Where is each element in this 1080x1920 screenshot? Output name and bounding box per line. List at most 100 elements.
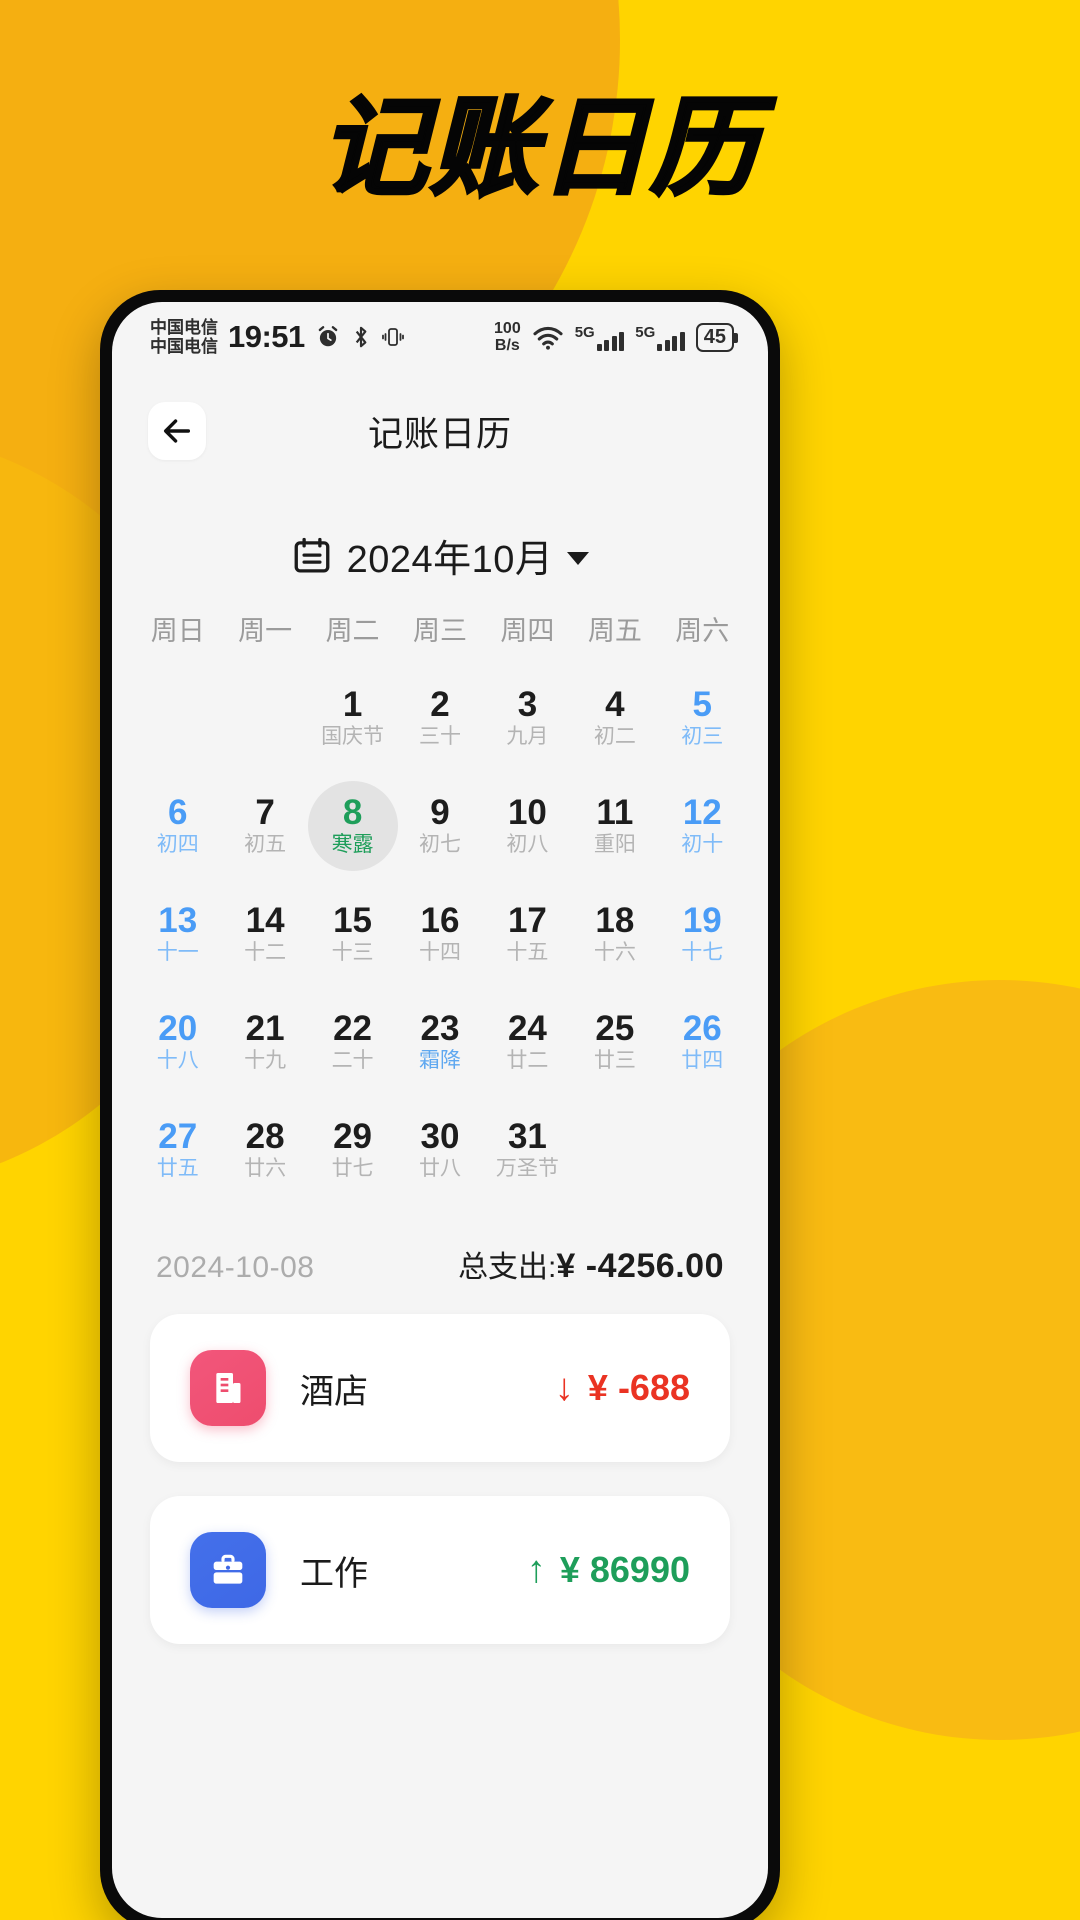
signal-indicator-2: 5G <box>635 324 685 351</box>
transaction-amount: ↓ ¥ -688 <box>555 1367 690 1409</box>
calendar-day-5[interactable]: 5 初三 <box>659 666 746 770</box>
calendar-weekday-0: 周日 <box>150 616 205 646</box>
calendar-day-9[interactable]: 9 初七 <box>396 774 483 878</box>
calendar-day-13[interactable]: 13 十一 <box>134 882 221 986</box>
calendar-day-sublabel: 十三 <box>331 941 374 965</box>
calendar-day-number: 16 <box>420 901 460 941</box>
calendar-day-31[interactable]: 31 万圣节 <box>484 1098 571 1202</box>
hotel-icon-wrapper <box>190 1350 266 1426</box>
transaction-category-name: 酒店 <box>300 1372 368 1411</box>
calendar-day-number: 20 <box>158 1009 198 1049</box>
calendar-icon <box>294 537 330 573</box>
briefcase-icon-wrapper <box>190 1532 266 1608</box>
calendar-day-sublabel: 九月 <box>506 725 549 749</box>
calendar-day-15[interactable]: 15 十三 <box>309 882 396 986</box>
calendar-day-sublabel: 初三 <box>681 725 724 749</box>
calendar-day-number: 25 <box>595 1009 635 1049</box>
calendar-day-sublabel: 初十 <box>681 833 724 857</box>
calendar-day-16[interactable]: 16 十四 <box>396 882 483 986</box>
transaction-card[interactable]: 酒店 ↓ ¥ -688 <box>150 1314 730 1462</box>
calendar-day-number: 1 <box>342 685 363 725</box>
calendar-day-22[interactable]: 22 二十 <box>309 990 396 1094</box>
calendar-day-1[interactable]: 1 国庆节 <box>309 666 396 770</box>
calendar-day-sublabel: 初五 <box>244 833 287 857</box>
back-button[interactable] <box>148 402 206 460</box>
calendar-weeks: 1 国庆节 2 三十 3 九月 4 初二 5 初三 6 初四 7 初五 8 寒露 9 初七 10 初八 11 重阳 12 初十… <box>134 666 746 1202</box>
calendar-day-number: 26 <box>682 1009 722 1049</box>
day-summary: 2024-10-08 总支出:¥ -4256.00 <box>112 1206 768 1300</box>
calendar-day-sublabel: 十一 <box>156 941 199 965</box>
calendar-weekday-3: 周三 <box>412 616 467 646</box>
calendar-day-sublabel: 初七 <box>418 833 461 857</box>
summary-total-label: 总支出: <box>458 1251 557 1284</box>
calendar-day-number: 10 <box>507 793 547 833</box>
status-time: 19:51 <box>228 319 305 354</box>
calendar-day-sublabel: 十五 <box>506 941 549 965</box>
calendar-day-18[interactable]: 18 十六 <box>571 882 658 986</box>
transaction-amount-value: ¥ -688 <box>587 1367 690 1408</box>
calendar-day-number: 6 <box>167 793 188 833</box>
calendar-day-30[interactable]: 30 廿八 <box>396 1098 483 1202</box>
calendar-day-4[interactable]: 4 初二 <box>571 666 658 770</box>
calendar-day-sublabel: 廿三 <box>593 1049 636 1073</box>
calendar-day-number: 2 <box>430 685 450 725</box>
signal-bars-1 <box>596 331 625 351</box>
calendar-day-sublabel: 重阳 <box>593 833 636 857</box>
calendar-day-23[interactable]: 23 霜降 <box>396 990 483 1094</box>
calendar-day-28[interactable]: 28 廿六 <box>221 1098 308 1202</box>
calendar-day-sublabel: 霜降 <box>418 1049 461 1073</box>
calendar-day-number: 23 <box>420 1009 460 1049</box>
calendar-day-sublabel: 廿七 <box>331 1157 374 1181</box>
calendar-day-26[interactable]: 26 廿四 <box>659 990 746 1094</box>
network-speed: 100 B/s <box>494 320 521 354</box>
arrow-up-icon: ↑ <box>526 1549 546 1591</box>
transaction-amount: ↑ ¥ 86990 <box>527 1549 690 1591</box>
transaction-amount-value: ¥ 86990 <box>559 1549 690 1590</box>
calendar-day-number: 27 <box>158 1117 198 1157</box>
calendar-day-11[interactable]: 11 重阳 <box>571 774 658 878</box>
status-bar-left: 中国电信 中国电信 19:51 <box>150 318 405 356</box>
calendar-week-row: 13 十一 14 十二 15 十三 16 十四 17 十五 18 十六 19 十七 <box>134 882 746 986</box>
calendar-day-sublabel: 十四 <box>418 941 461 965</box>
calendar-day-sublabel: 十二 <box>244 941 287 965</box>
calendar-day-2[interactable]: 2 三十 <box>396 666 483 770</box>
calendar-day-10[interactable]: 10 初八 <box>484 774 571 878</box>
calendar-day-17[interactable]: 17 十五 <box>484 882 571 986</box>
calendar-day-3[interactable]: 3 九月 <box>484 666 571 770</box>
calendar-day-12[interactable]: 12 初十 <box>659 774 746 878</box>
signal-1-label: 5G <box>574 323 595 341</box>
calendar-day-21[interactable]: 21 十九 <box>221 990 308 1094</box>
calendar-day-number: 19 <box>682 901 722 941</box>
calendar-day-24[interactable]: 24 廿二 <box>484 990 571 1094</box>
vibrate-icon <box>381 328 404 346</box>
hero-banner: 记账日历 <box>0 90 1080 207</box>
calendar-day-sublabel: 十七 <box>681 941 724 965</box>
calendar-weekday-header: 周日 周一 周二 周三 周四 周五 周六 <box>134 609 746 648</box>
briefcase-icon <box>213 1554 243 1584</box>
calendar-weekday-6: 周六 <box>675 616 730 646</box>
calendar-day-25[interactable]: 25 廿三 <box>571 990 658 1094</box>
app-header: 记账日历 <box>112 372 768 490</box>
month-selector[interactable]: 2024年10月 <box>112 490 768 609</box>
signal-bars-2 <box>657 331 685 351</box>
calendar-weekday-2: 周二 <box>325 616 380 646</box>
calendar-day-20[interactable]: 20 十八 <box>134 990 221 1094</box>
carrier-line-1: 中国电信 <box>150 318 218 337</box>
carrier-label: 中国电信 中国电信 <box>150 318 218 356</box>
calendar-day-27[interactable]: 27 廿五 <box>134 1098 221 1202</box>
wifi-icon <box>533 326 563 350</box>
chevron-down-icon <box>567 551 590 565</box>
calendar-day-6[interactable]: 6 初四 <box>134 774 221 878</box>
calendar-week-row: 20 十八 21 十九 22 二十 23 霜降 24 廿二 25 廿三 26 廿四 <box>134 990 746 1094</box>
calendar-day-19[interactable]: 19 十七 <box>659 882 746 986</box>
calendar-day-7[interactable]: 7 初五 <box>221 774 308 878</box>
calendar-weekday-5: 周五 <box>587 616 642 646</box>
calendar-day-29[interactable]: 29 廿七 <box>309 1098 396 1202</box>
calendar-day-sublabel: 初八 <box>506 833 549 857</box>
calendar-day-number: 14 <box>245 901 285 941</box>
calendar-day-8[interactable]: 8 寒露 <box>307 774 398 878</box>
month-label: 2024年10月 <box>346 539 554 581</box>
calendar-day-14[interactable]: 14 十二 <box>221 882 308 986</box>
transaction-card[interactable]: 工作 ↑ ¥ 86990 <box>150 1496 730 1644</box>
calendar-day-sublabel: 初四 <box>156 833 199 857</box>
